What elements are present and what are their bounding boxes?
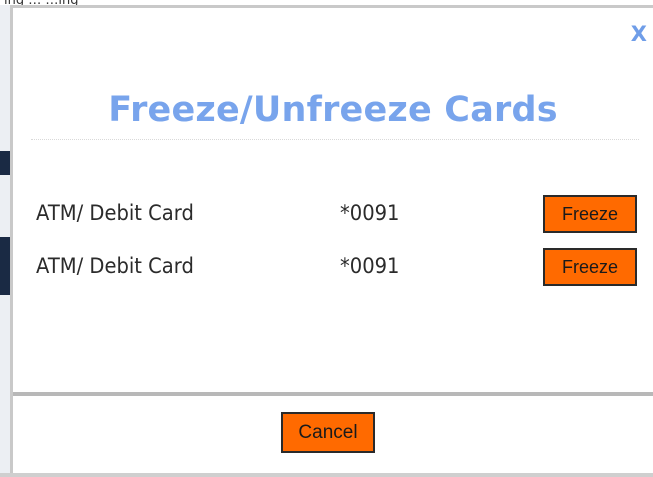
title-divider (31, 139, 639, 140)
cancel-button[interactable]: Cancel (281, 412, 375, 453)
card-row: ATM/ Debit Card *0091 Freeze (13, 195, 653, 233)
card-name: ATM/ Debit Card (36, 201, 194, 225)
footer-divider (13, 392, 653, 396)
background-edge-mark (0, 237, 10, 295)
background-page-edge (0, 5, 10, 477)
card-number: *0091 (340, 201, 400, 225)
dialog-bottom-border (0, 473, 653, 477)
card-row: ATM/ Debit Card *0091 Freeze (13, 248, 653, 286)
card-name: ATM/ Debit Card (36, 254, 194, 278)
card-number: *0091 (340, 254, 400, 278)
close-icon[interactable]: X (631, 22, 647, 46)
freeze-cards-dialog: X Freeze/Unfreeze Cards ATM/ Debit Card … (10, 5, 653, 473)
freeze-button[interactable]: Freeze (543, 248, 637, 286)
background-edge-mark (0, 151, 10, 175)
dialog-title: Freeze/Unfreeze Cards (108, 90, 558, 130)
freeze-button[interactable]: Freeze (543, 195, 637, 233)
